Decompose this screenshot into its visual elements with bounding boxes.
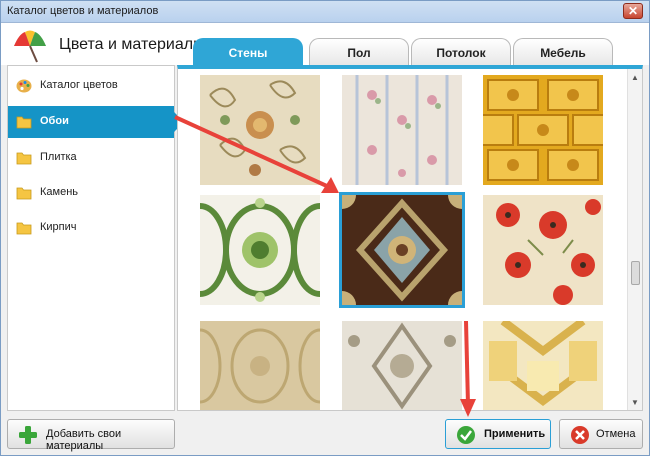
scrollbar-thumb[interactable]: [631, 261, 640, 285]
cancel-label: Отмена: [596, 428, 636, 440]
tab-furniture[interactable]: Мебель: [513, 38, 613, 65]
folder-icon: [16, 187, 32, 200]
sidebar-item-label: Плитка: [40, 151, 77, 163]
add-materials-label: Добавить свои материалы: [46, 428, 122, 452]
title-bar[interactable]: Каталог цветов и материалов ✕: [1, 1, 649, 23]
yellow-geometric-wallpaper-image: [483, 321, 603, 410]
sidebar-item-label: Обои: [40, 115, 69, 127]
material-thumbnail[interactable]: [342, 75, 462, 185]
apply-button[interactable]: Применить: [445, 419, 551, 449]
material-thumbnail-selected[interactable]: [339, 192, 465, 308]
brown-damask-wallpaper-image: [342, 195, 462, 305]
page-title: Цвета и материалы: [59, 36, 205, 53]
material-thumbnail[interactable]: [342, 321, 462, 410]
red-poppies-wallpaper-image: [483, 195, 603, 305]
tab-floor[interactable]: Пол: [309, 38, 409, 65]
sidebar-item-label: Камень: [40, 186, 79, 198]
dialog-window: Каталог цветов и материалов ✕ Цвета и ма…: [0, 0, 650, 456]
scroll-up-icon[interactable]: ▲: [631, 73, 639, 82]
material-gallery: ▲ ▼: [177, 65, 643, 411]
sidebar-item-color-catalog[interactable]: Каталог цветов: [8, 70, 174, 102]
folder-icon: [16, 116, 32, 129]
beige-paisley-wallpaper-image: [200, 75, 320, 185]
beige-damask-wallpaper-image: [200, 321, 320, 410]
folder-icon: [16, 152, 32, 165]
umbrella-logo-icon: [14, 30, 46, 63]
sidebar-item-label: Каталог цветов: [40, 79, 118, 91]
material-thumbnail[interactable]: [483, 75, 603, 185]
sidebar-item-tile[interactable]: Плитка: [8, 142, 174, 174]
folder-icon: [16, 222, 32, 235]
pastel-floral-stripes-wallpaper-image: [342, 75, 462, 185]
checkmark-icon: [457, 426, 475, 444]
cancel-icon: [571, 426, 589, 444]
material-thumbnail[interactable]: [200, 75, 320, 185]
scroll-down-icon[interactable]: ▼: [631, 398, 639, 407]
material-thumbnail[interactable]: [483, 321, 603, 410]
close-window-button[interactable]: ✕: [623, 3, 643, 19]
tab-walls[interactable]: Стены: [193, 38, 303, 65]
green-ornament-wallpaper-image: [200, 195, 320, 305]
sidebar-item-stone[interactable]: Камень: [8, 177, 174, 209]
sidebar-item-wallpaper[interactable]: Обои: [8, 106, 184, 138]
gallery-scrollbar[interactable]: ▲ ▼: [627, 69, 642, 410]
material-category-list: Каталог цветов Обои Плитка Камень Кирпич: [7, 65, 184, 411]
material-thumbnail[interactable]: [200, 321, 320, 410]
sidebar-item-brick[interactable]: Кирпич: [8, 212, 174, 244]
sidebar-item-label: Кирпич: [40, 221, 77, 233]
apply-label: Применить: [484, 428, 546, 440]
add-materials-button[interactable]: Добавить свои материалы: [7, 419, 175, 452]
plus-icon: [19, 426, 37, 444]
palette-icon: [16, 79, 32, 93]
material-thumbnail[interactable]: [200, 195, 320, 305]
material-thumbnail[interactable]: [483, 195, 603, 305]
window-title: Каталог цветов и материалов: [7, 5, 159, 17]
golden-tile-wallpaper-image: [483, 75, 603, 185]
tab-ceiling[interactable]: Потолок: [411, 38, 511, 65]
cancel-button[interactable]: Отмена: [559, 419, 643, 449]
grey-damask-wallpaper-image: [342, 321, 462, 410]
